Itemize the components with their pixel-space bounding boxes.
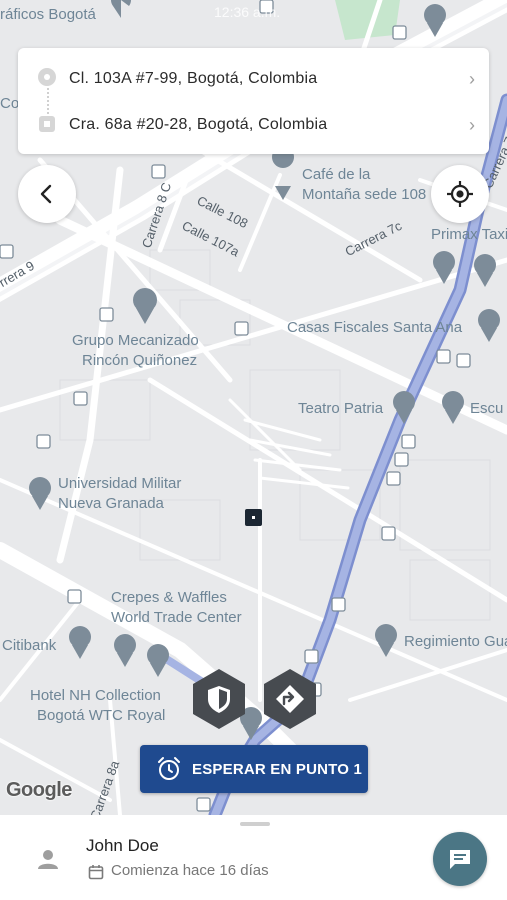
route-card: Cl. 103A #7-99, Bogotá, Colombia › Cra. …: [18, 48, 489, 154]
alarm-clock-icon: [158, 757, 180, 780]
safety-button[interactable]: [191, 668, 247, 730]
destination-row[interactable]: Cra. 68a #20-28, Bogotá, Colombia ›: [18, 102, 489, 148]
sheet-handle[interactable]: [240, 822, 270, 826]
person-icon: [38, 850, 58, 869]
poi-label[interactable]: Rincón Quiñonez: [82, 351, 197, 371]
poi-label[interactable]: Bogotá WTC Royal: [37, 706, 165, 726]
wait-button-label: ESPERAR EN PUNTO 1: [192, 760, 363, 778]
origin-pin-icon: [38, 68, 56, 86]
poi-label[interactable]: Café de la: [302, 165, 370, 185]
rider-name: John Doe: [86, 836, 159, 855]
chat-icon: [450, 850, 470, 869]
poi-label[interactable]: Teatro Patria: [298, 399, 383, 419]
wait-at-point-button[interactable]: ESPERAR EN PUNTO 1: [140, 745, 368, 793]
poi-label[interactable]: Citibank: [2, 636, 56, 656]
back-button[interactable]: [18, 165, 76, 223]
poi-label[interactable]: Universidad Militar: [58, 474, 181, 494]
google-attribution: Google: [6, 779, 72, 801]
poi-label[interactable]: Primax Taxi: [431, 225, 507, 245]
origin-row[interactable]: Cl. 103A #7-99, Bogotá, Colombia ›: [18, 56, 489, 102]
chevron-right-icon: ›: [469, 68, 475, 89]
poi-label[interactable]: Regimiento Gua: [404, 632, 507, 652]
poi-label[interactable]: Grupo Mecanizado: [72, 331, 199, 351]
poi-label[interactable]: World Trade Center: [111, 608, 242, 628]
poi-label[interactable]: Escu: [470, 399, 503, 419]
poi-label[interactable]: Hotel NH Collection: [30, 686, 161, 706]
my-location-button[interactable]: [431, 165, 489, 223]
origin-address: Cl. 103A #7-99, Bogotá, Colombia: [69, 70, 318, 87]
status-bar-time: 12:36 a.m.: [214, 4, 281, 20]
poi-label: Co: [0, 95, 20, 112]
poi-label[interactable]: Nueva Granada: [58, 494, 164, 514]
chat-button[interactable]: [433, 832, 487, 886]
chevron-left-icon: [40, 184, 52, 204]
navigate-button[interactable]: [262, 668, 318, 730]
poi-label[interactable]: Crepes & Waffles: [111, 588, 227, 608]
calendar-icon: [88, 865, 104, 880]
poi-label: ráficos Bogotá: [0, 6, 96, 23]
destination-pin-icon: [39, 116, 55, 132]
crosshair-icon: [447, 181, 473, 207]
chevron-right-icon: ›: [469, 114, 475, 135]
destination-address: Cra. 68a #20-28, Bogotá, Colombia: [69, 116, 328, 133]
poi-label[interactable]: Montaña sede 108: [302, 185, 426, 205]
poi-label[interactable]: Casas Fiscales Santa Ana: [287, 318, 462, 338]
bottom-sheet[interactable]: [0, 815, 507, 900]
trip-start-text: Comienza hace 16 días: [111, 862, 269, 879]
